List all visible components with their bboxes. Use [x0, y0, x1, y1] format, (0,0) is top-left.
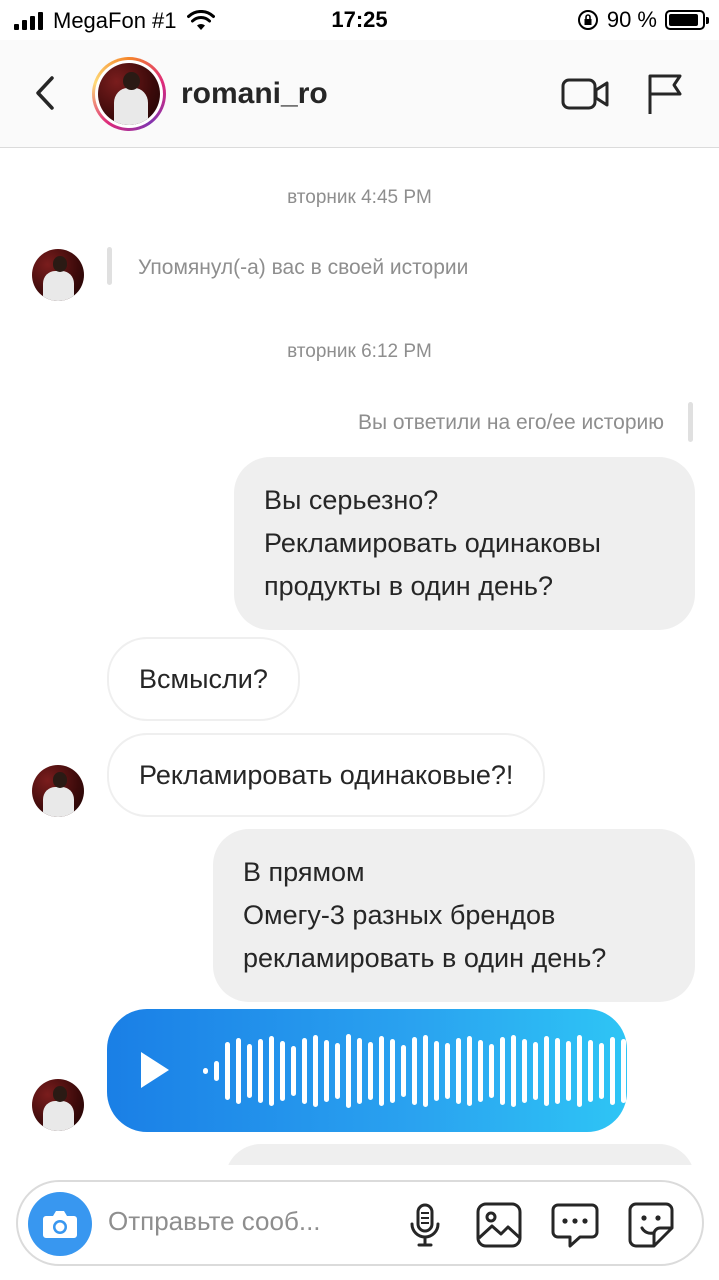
message-line: рекламировать в один день?	[243, 943, 607, 973]
battery-icon	[665, 10, 709, 30]
sender-avatar[interactable]	[32, 765, 84, 817]
story-mention-bar	[107, 247, 112, 285]
outgoing-message[interactable]	[225, 1144, 695, 1165]
story-mention-text[interactable]: Упомянул(-а) вас в своей истории	[138, 256, 468, 280]
story-reply-note[interactable]: Вы ответили на его/ее историю	[358, 411, 664, 435]
message-line: Омегу-3 разных брендов	[243, 900, 556, 930]
camera-icon	[43, 1211, 77, 1238]
message-line: Вы серьезно?	[264, 485, 439, 515]
message-text: Всмысли?	[139, 663, 268, 694]
play-icon[interactable]	[141, 1052, 169, 1088]
incoming-message[interactable]: Рекламировать одинаковые?!	[107, 733, 546, 817]
username[interactable]: romani_ro	[181, 77, 328, 111]
sender-avatar[interactable]	[32, 249, 84, 301]
timestamp: вторник 4:45 PM	[287, 187, 432, 208]
message-composer: Отправьте сооб...	[16, 1180, 704, 1266]
outgoing-message[interactable]: Вы серьезно? Рекламировать одинаковы про…	[234, 457, 695, 630]
header-avatar[interactable]	[92, 57, 166, 131]
message-input[interactable]: Отправьте сооб...	[108, 1206, 378, 1237]
sticker-icon[interactable]	[626, 1200, 676, 1250]
rotation-lock-icon	[577, 10, 598, 30]
gallery-icon[interactable]	[474, 1200, 524, 1250]
message-line: В прямом	[243, 857, 365, 887]
timestamp: вторник 6:12 PM	[287, 341, 432, 362]
microphone-icon[interactable]	[400, 1200, 450, 1250]
chat-thread[interactable]: вторник 4:45 PM Упомянул(-а) вас в своей…	[0, 149, 719, 1165]
waveform	[203, 1009, 692, 1132]
flag-icon[interactable]	[644, 72, 684, 116]
outgoing-message[interactable]: В прямом Омегу-3 разных брендов рекламир…	[213, 829, 695, 1002]
incoming-message[interactable]: Всмысли?	[107, 637, 300, 721]
camera-button[interactable]	[28, 1192, 92, 1256]
message-text: Рекламировать одинаковые?!	[139, 759, 514, 790]
sender-avatar[interactable]	[32, 1079, 84, 1131]
video-call-icon[interactable]	[560, 74, 610, 114]
message-line: продукты в один день?	[264, 571, 553, 601]
message-line: Рекламировать одинаковы	[264, 528, 601, 558]
status-right: 90 %	[577, 7, 709, 33]
back-chevron-icon[interactable]	[28, 70, 64, 116]
battery-percent: 90 %	[606, 7, 657, 32]
status-bar: MegaFon #1 17:25 90 %	[0, 0, 719, 40]
voice-message[interactable]	[107, 1009, 692, 1132]
chat-bubble-icon[interactable]	[550, 1200, 600, 1250]
chat-header: romani_ro	[0, 40, 719, 148]
story-reply-bar	[688, 402, 693, 442]
